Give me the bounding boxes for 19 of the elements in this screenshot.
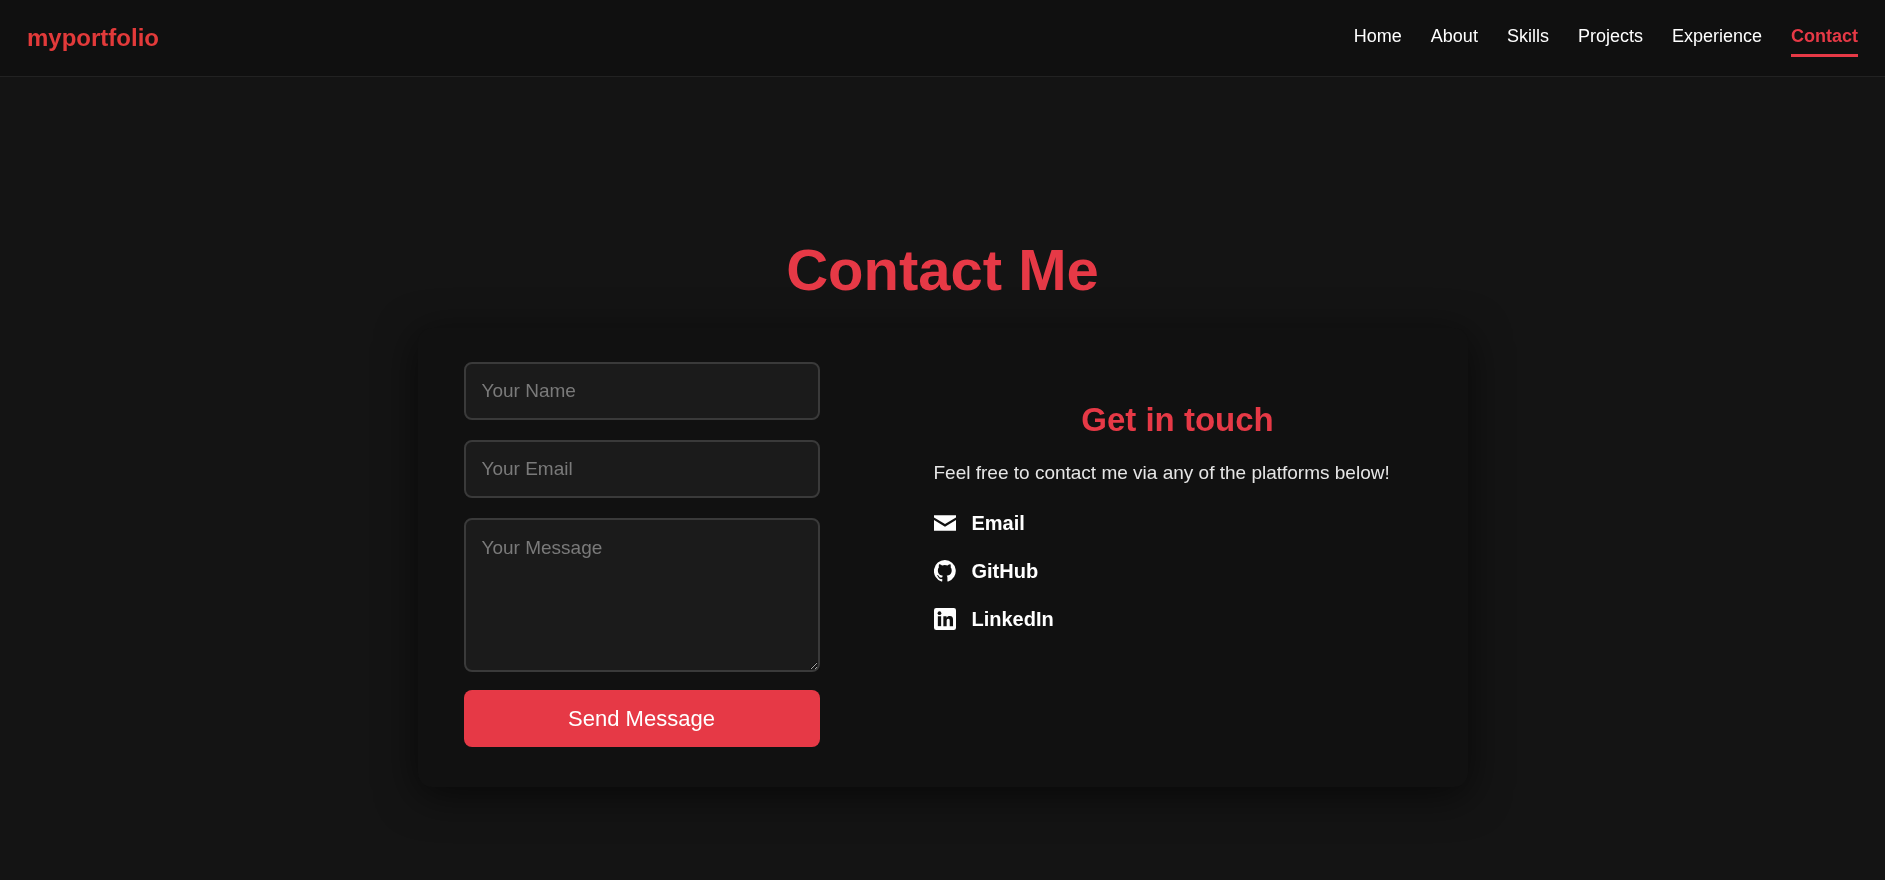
name-field[interactable]: Your Name [463, 361, 820, 420]
nav-link[interactable]: Contact [1791, 23, 1858, 57]
info-heading: Get in touch [1080, 399, 1275, 440]
message-field[interactable]: Your Message [463, 517, 820, 672]
platform-link[interactable]: GitHub [933, 555, 1039, 586]
section-title: Contact Me [785, 237, 1100, 304]
brand-logo[interactable]: myportfolio [27, 20, 159, 56]
platform-link[interactable]: LinkedIn [933, 603, 1054, 634]
nav-link[interactable]: About [1430, 23, 1478, 57]
send-button[interactable]: Send Message [463, 689, 820, 747]
nav-link[interactable]: Experience [1671, 23, 1762, 57]
nav-link[interactable]: Skills [1506, 23, 1549, 57]
nav-link[interactable]: Projects [1577, 23, 1643, 57]
linkedin-icon [933, 607, 956, 630]
email-field[interactable]: Your Email [463, 439, 820, 498]
github-icon [933, 559, 956, 582]
platform-link[interactable]: Email [933, 507, 1025, 538]
info-text: Feel free to contact me via any of the platforms below! [933, 461, 1391, 486]
nav-link[interactable]: Home [1353, 23, 1402, 57]
